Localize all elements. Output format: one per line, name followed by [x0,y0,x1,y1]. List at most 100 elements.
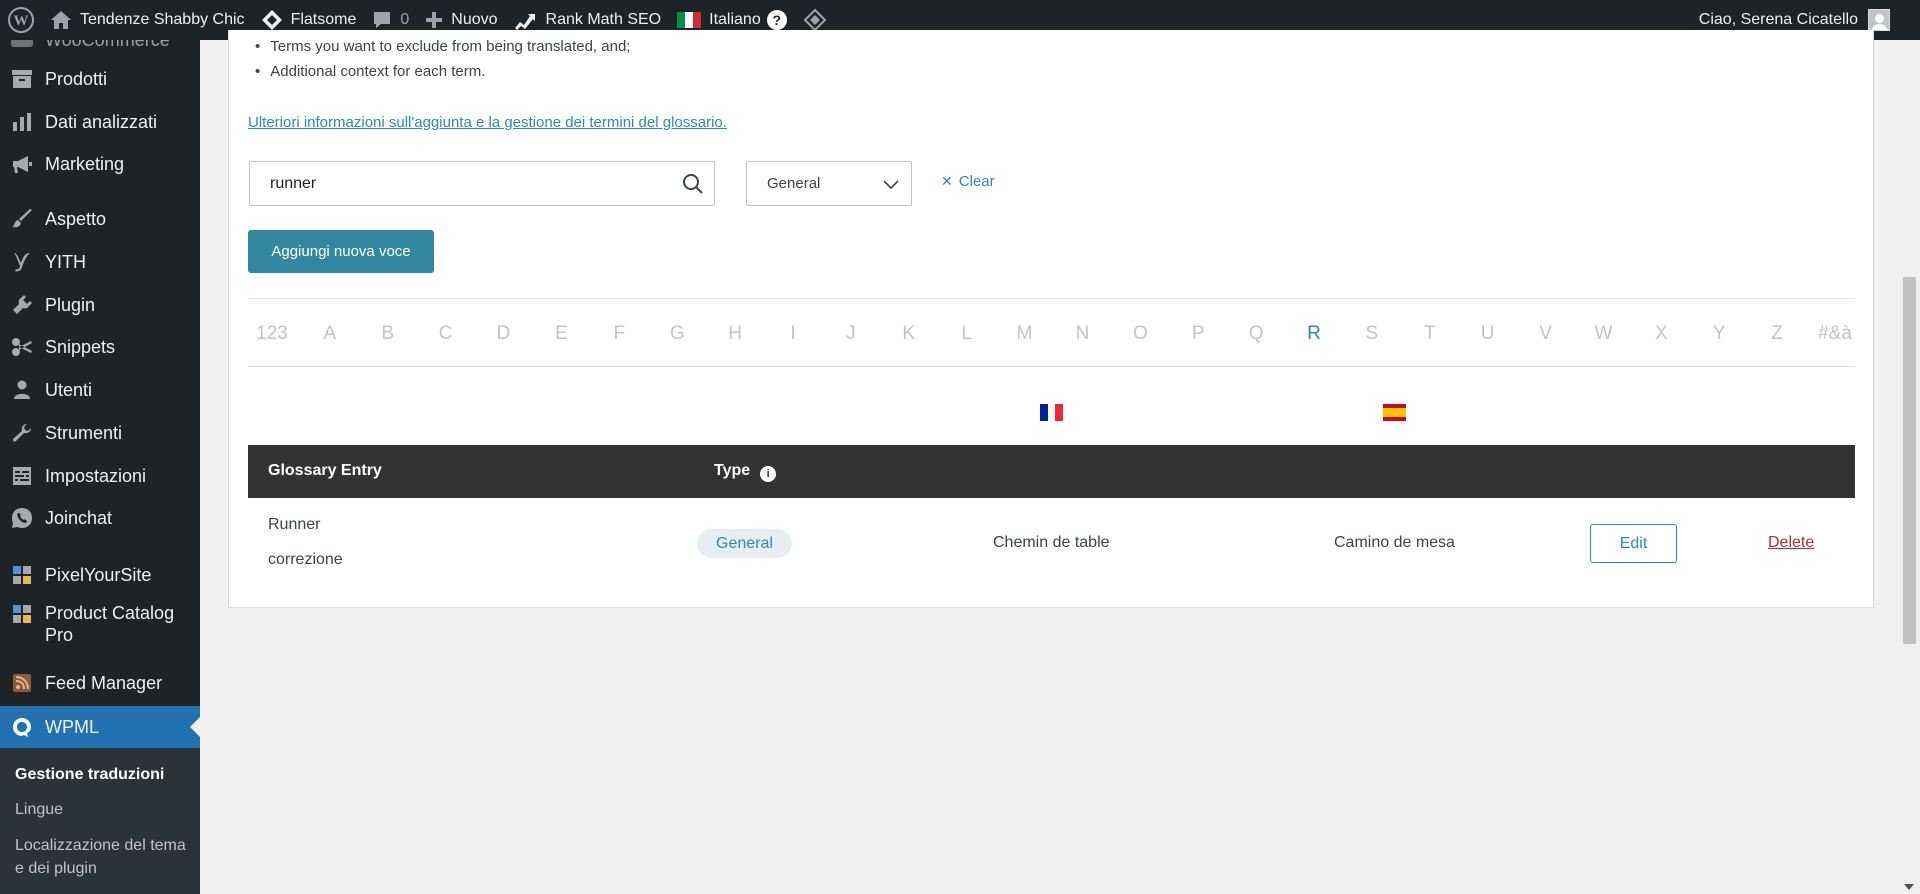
wrench-icon [10,421,34,445]
letter-filter-n[interactable]: N [1076,323,1090,345]
sidebar-item-yith[interactable]: YITH [0,247,200,277]
letter-filter-z[interactable]: Z [1771,323,1783,345]
letter-filter-v[interactable]: V [1539,323,1552,345]
diamond-icon [803,8,827,32]
grid-icon [10,602,34,626]
sidebar-item-label: Snippets [45,336,116,357]
letter-filter-w[interactable]: W [1594,323,1612,345]
letter-filter-t[interactable]: T [1424,323,1436,345]
letter-filter-m[interactable]: M [1017,323,1033,345]
sidebar-item-label: Marketing [45,153,125,174]
scissors-icon [10,335,34,359]
yith-icon [10,250,34,274]
new-label: Nuovo [451,11,498,28]
sidebar-item-prodotti[interactable]: Prodotti [0,64,200,94]
scroll-down-arrow-icon[interactable] [1904,884,1914,890]
letter-filter-f[interactable]: F [614,323,626,345]
table-header: Glossary Entry Type i [248,445,1855,498]
add-entry-button[interactable]: Aggiungi nuova voce [248,230,434,273]
site-name-link[interactable]: Tendenze Shabby Chic [42,0,253,40]
edit-button[interactable]: Edit [1590,524,1677,563]
letter-filter-symbols[interactable]: #&à [1818,323,1852,345]
info-icon[interactable]: i [760,466,777,482]
letter-filter-b[interactable]: B [381,323,394,345]
scrollbar-thumb[interactable] [1903,277,1916,644]
letter-filter-q[interactable]: Q [1249,323,1264,345]
letter-filter-l[interactable]: L [961,323,972,345]
type-badge: General [697,529,792,558]
sidebar-item-label: Prodotti [45,68,108,89]
sidebar-item-strumenti[interactable]: Strumenti [0,418,200,448]
letter-filter-y[interactable]: Y [1713,323,1726,345]
sidebar-item-aspetto[interactable]: Aspetto [0,204,200,234]
letter-filter-u[interactable]: U [1481,323,1495,345]
glossary-info-link[interactable]: Ulteriori informazioni sull'aggiunta e l… [248,114,727,131]
plus-icon [426,12,443,28]
alphabet-filter: 123 A B C D E F G H I J K L M N O P Q R S T U V W X Y Z #&à [248,298,1855,367]
letter-filter-d[interactable]: D [497,323,511,345]
letter-filter-a[interactable]: A [324,323,337,345]
letter-filter-k[interactable]: K [902,323,915,345]
letter-filter-numbers[interactable]: 123 [256,323,288,345]
sidebar-item-woocommerce[interactable]: WooCommerce [0,40,200,52]
chart-bar-icon [10,110,34,134]
grid-icon [10,563,34,587]
letter-filter-i[interactable]: I [790,323,795,345]
sidebar-item-impostazioni[interactable]: Impostazioni [0,461,200,491]
glossary-search-input[interactable]: runner [249,161,715,206]
page-scrollbar[interactable] [1898,40,1920,894]
type-filter-select[interactable]: General [746,161,912,206]
sidebar-item-label: WPML [45,716,99,737]
sidebar-item-label: PixelYourSite [45,564,152,585]
letter-filter-p[interactable]: P [1192,323,1205,345]
letter-filter-s[interactable]: S [1366,323,1379,345]
close-icon: ✕ [941,173,953,189]
bullet-item: Terms you want to exclude from being tra… [255,38,630,55]
letter-filter-x[interactable]: X [1655,323,1668,345]
clear-filter-link[interactable]: ✕ Clear [941,173,995,190]
rss-icon [10,671,34,695]
letter-filter-g[interactable]: G [670,323,685,345]
settings-icon [10,464,34,488]
brush-icon [10,207,34,231]
sidebar-item-utenti[interactable]: Utenti [0,375,200,405]
help-icon[interactable]: ? [766,10,787,30]
sidebar-item-product-catalog-pro[interactable]: Product Catalog Pro [0,602,200,648]
wordpress-logo-icon[interactable]: W [0,0,42,40]
submenu-localizzazione[interactable]: Localizzazione del tema e dei plugin [15,834,190,880]
sidebar-item-plugin[interactable]: Plugin [0,290,200,320]
sidebar-item-joinchat[interactable]: Joinchat [0,503,200,533]
sidebar-item-feed-manager[interactable]: Feed Manager [0,668,200,698]
flatsome-icon [261,10,282,30]
letter-filter-e[interactable]: E [555,323,568,345]
sidebar-item-pixelyoursite[interactable]: PixelYourSite [0,560,200,590]
entry-note: correzione [268,551,343,568]
sidebar-item-label: Aspetto [45,208,107,229]
archive-icon [10,67,34,91]
letter-filter-h[interactable]: H [728,323,742,345]
delete-link[interactable]: Delete [1768,534,1814,552]
letter-filter-c[interactable]: C [439,323,453,345]
sidebar-item-marketing[interactable]: Marketing [0,149,200,179]
letter-filter-r[interactable]: R [1307,323,1321,345]
sidebar-item-snippets[interactable]: Snippets [0,332,200,362]
submenu-gestione-traduzioni[interactable]: Gestione traduzioni [15,763,190,786]
header-type-label: Type [714,462,751,479]
sidebar-item-label: Plugin [45,294,96,315]
search-icon[interactable] [682,173,704,195]
submenu-lingue[interactable]: Lingue [15,798,190,821]
sidebar-item-dati-analizzati[interactable]: Dati analizzati [0,107,200,137]
letter-filter-j[interactable]: J [846,323,856,345]
letter-filter-o[interactable]: O [1133,323,1148,345]
sidebar-item-wpml[interactable]: WPML [0,706,200,748]
theme-name: Flatsome [290,11,357,28]
megaphone-icon [10,152,34,176]
italy-flag-icon [677,12,702,28]
woo-icon [10,40,34,52]
rank-math-label: Rank Math SEO [545,11,662,28]
bullet-item: Additional context for each term. [255,63,485,80]
home-icon [51,11,71,29]
type-filter-value: General [767,175,821,192]
sidebar-item-label: Utenti [45,379,93,400]
plug-icon [10,293,34,317]
